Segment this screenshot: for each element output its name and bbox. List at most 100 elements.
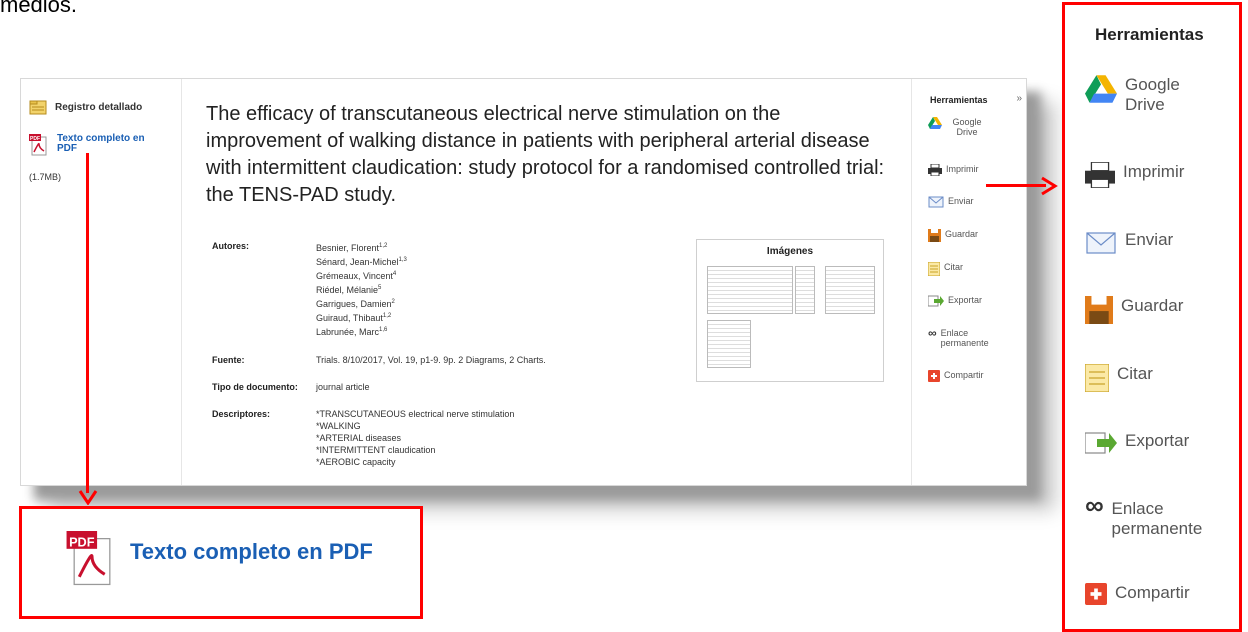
author-affiliation: 1,6 bbox=[379, 327, 388, 333]
zoom-tool-label: Enlace permanente bbox=[1111, 499, 1203, 538]
tool-permalink[interactable]: ∞ Enlace permanente bbox=[928, 326, 991, 348]
zoom-tool-google-drive[interactable]: Google Drive bbox=[1085, 75, 1205, 115]
zoom-tool-cite[interactable]: Citar bbox=[1085, 364, 1153, 392]
image-thumbnail[interactable] bbox=[825, 266, 875, 314]
tool-label: Google Drive bbox=[952, 117, 982, 137]
descriptors-label: Descriptores: bbox=[212, 409, 271, 419]
tool-label: Exportar bbox=[948, 295, 983, 305]
email-icon bbox=[1086, 232, 1116, 254]
tool-cite[interactable]: Citar bbox=[928, 262, 963, 276]
author-item[interactable]: Guiraud, Thibaut1,2 bbox=[316, 310, 407, 324]
record-panel: Registro detallado PDF Texto completo en… bbox=[20, 78, 1027, 486]
image-thumbnail[interactable] bbox=[707, 320, 751, 368]
tool-label: Guardar bbox=[945, 229, 979, 239]
pdf-icon: PDF bbox=[66, 531, 111, 586]
zoom-tool-label: Google Drive bbox=[1125, 75, 1180, 114]
tool-share[interactable]: Compartir bbox=[928, 370, 984, 382]
cite-icon bbox=[928, 262, 940, 276]
zoom-tool-label: Enviar bbox=[1125, 230, 1174, 249]
export-icon bbox=[1085, 432, 1117, 454]
author-item[interactable]: Labrunée, Marc1,6 bbox=[316, 324, 407, 338]
arrowhead-right bbox=[1041, 176, 1058, 196]
email-icon bbox=[928, 196, 944, 208]
author-name: Guiraud, Thibaut bbox=[316, 313, 383, 323]
tool-export[interactable]: Exportar bbox=[928, 295, 982, 307]
printer-icon bbox=[928, 164, 942, 176]
tool-label: Compartir bbox=[944, 370, 984, 380]
author-item[interactable]: Grémeaux, Vincent4 bbox=[316, 268, 407, 282]
zoom-tool-print[interactable]: Imprimir bbox=[1085, 162, 1184, 188]
zoom-tool-save[interactable]: Guardar bbox=[1085, 296, 1183, 324]
svg-text:PDF: PDF bbox=[30, 136, 40, 142]
zoom-tool-label: Compartir bbox=[1115, 583, 1190, 602]
arrow-down bbox=[86, 153, 89, 493]
author-affiliation: 2 bbox=[391, 299, 395, 305]
descriptor-item[interactable]: *TRANSCUTANEOUS electrical nerve stimula… bbox=[316, 408, 514, 420]
author-item[interactable]: Besnier, Florent1,2 bbox=[316, 240, 407, 254]
tool-label: Enviar bbox=[948, 196, 974, 206]
tools-title: Herramientas bbox=[930, 95, 988, 105]
pdf-link[interactable]: PDF Texto completo en PDF bbox=[29, 134, 159, 156]
descriptor-item[interactable]: *INTERMITTENT claudication bbox=[316, 444, 514, 456]
tools-column: Herramientas » Google Drive Imprimir Env… bbox=[911, 79, 1026, 485]
authors-label: Autores: bbox=[212, 241, 250, 251]
detailed-record-link[interactable]: Registro detallado bbox=[29, 99, 142, 115]
source-label: Fuente: bbox=[212, 355, 245, 365]
google-drive-icon bbox=[1085, 75, 1117, 103]
zoom-tool-share[interactable]: Compartir bbox=[1085, 583, 1190, 605]
tool-label: Citar bbox=[944, 262, 964, 272]
author-name: Sénard, Jean-Michel bbox=[316, 257, 399, 267]
descriptor-item[interactable]: *ARTERIAL diseases bbox=[316, 432, 514, 444]
share-icon bbox=[928, 370, 940, 382]
zoom-pdf-panel[interactable]: PDF Texto completo en PDF bbox=[19, 506, 423, 619]
zoom-tools-title: Herramientas bbox=[1095, 25, 1204, 44]
share-icon bbox=[1085, 583, 1107, 605]
author-name: Besnier, Florent bbox=[316, 243, 380, 253]
source-row: Fuente: Trials. 8/10/2017, Vol. 19, p1-9… bbox=[212, 354, 546, 366]
save-icon bbox=[928, 229, 941, 242]
tool-save[interactable]: Guardar bbox=[928, 229, 978, 242]
cite-icon bbox=[1085, 364, 1109, 392]
arrowhead-down bbox=[78, 490, 98, 505]
caption-text: medios. bbox=[0, 0, 78, 17]
tool-label: Imprimir bbox=[946, 164, 979, 174]
svg-text:PDF: PDF bbox=[69, 534, 95, 549]
arrow-right bbox=[986, 184, 1046, 187]
image-thumbnail[interactable] bbox=[795, 266, 815, 314]
author-affiliation: 5 bbox=[378, 285, 382, 291]
author-item[interactable]: Riédel, Mélanie5 bbox=[316, 282, 407, 296]
authors-row: Autores: Besnier, Florent1,2 Sénard, Jean… bbox=[212, 240, 407, 338]
author-name: Riédel, Mélanie bbox=[316, 285, 379, 295]
zoom-tool-export[interactable]: Exportar bbox=[1085, 431, 1189, 455]
descriptors-row: Descriptores: *TRANSCUTANEOUS electrical… bbox=[212, 408, 514, 468]
images-box: Imágenes bbox=[696, 239, 884, 382]
left-column: Registro detallado PDF Texto completo en… bbox=[21, 79, 182, 485]
author-name: Grémeaux, Vincent bbox=[316, 271, 393, 281]
detailed-record-label: Registro detallado bbox=[55, 102, 143, 113]
author-item[interactable]: Garrigues, Damien2 bbox=[316, 296, 407, 310]
pdf-icon: PDF bbox=[29, 134, 47, 156]
google-drive-icon bbox=[928, 117, 942, 129]
descriptor-item[interactable]: *AEROBIC capacity bbox=[316, 456, 514, 468]
descriptor-item[interactable]: *WALKING bbox=[316, 420, 514, 432]
tool-google-drive[interactable]: Google Drive bbox=[928, 117, 988, 137]
author-affiliation: 1,2 bbox=[382, 313, 392, 319]
zoom-tool-label: Exportar bbox=[1125, 431, 1190, 450]
descriptors-list: *TRANSCUTANEOUS electrical nerve stimula… bbox=[316, 408, 514, 468]
author-name: Garrigues, Damien bbox=[316, 299, 392, 309]
tool-email[interactable]: Enviar bbox=[928, 196, 974, 208]
link-icon: ∞ bbox=[928, 326, 937, 340]
author-name: Labrunée, Marc bbox=[316, 327, 380, 337]
zoom-tool-permalink[interactable]: ∞ Enlace permanente bbox=[1085, 492, 1222, 539]
tool-print[interactable]: Imprimir bbox=[928, 164, 979, 176]
authors-list: Besnier, Florent1,2 Sénard, Jean-Michel1,… bbox=[316, 240, 407, 338]
pdf-label: Texto completo en PDF bbox=[57, 133, 145, 154]
zoom-tool-email[interactable]: Enviar bbox=[1085, 230, 1173, 256]
save-icon bbox=[1085, 296, 1113, 324]
doctype-row: Tipo de documento: journal article bbox=[212, 381, 370, 393]
author-item[interactable]: Sénard, Jean-Michel1,3 bbox=[316, 254, 407, 268]
image-thumbnail[interactable] bbox=[707, 266, 793, 314]
zoom-tool-label: Imprimir bbox=[1123, 162, 1185, 181]
printer-icon bbox=[1085, 162, 1115, 188]
collapse-button[interactable]: » bbox=[1016, 93, 1022, 104]
